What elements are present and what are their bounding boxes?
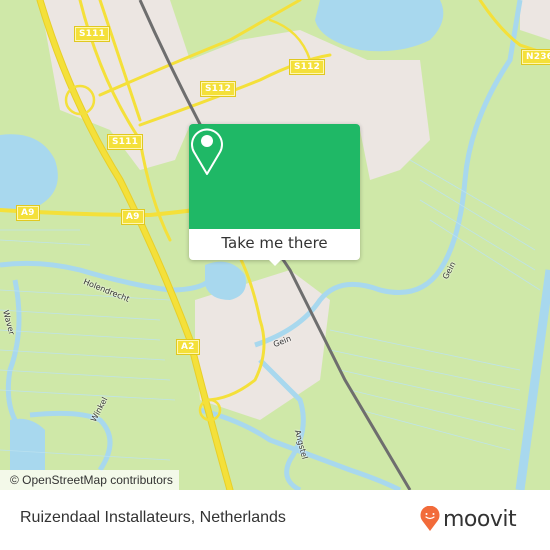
map-view[interactable]: S111 S112 S112 S111 A9 A9 A2 N236 Holend… — [0, 0, 550, 490]
road-label-s112: S112 — [288, 59, 326, 75]
road-label-s111: S111 — [106, 134, 144, 150]
moovit-pin-icon — [420, 506, 440, 531]
map-attribution[interactable]: © OpenStreetMap contributors — [0, 470, 179, 490]
popup-header — [189, 124, 360, 229]
map-pin-icon — [191, 128, 223, 175]
road-label-a2: A2 — [176, 339, 200, 355]
take-me-there-button[interactable]: Take me there — [189, 229, 360, 260]
road-label-s111: S111 — [73, 26, 111, 42]
moovit-logo[interactable]: moovit — [420, 506, 517, 532]
road-label-a9: A9 — [121, 209, 145, 225]
canal — [515, 269, 550, 490]
road-label-n236: N236 — [520, 49, 550, 65]
road-label-a9: A9 — [16, 205, 40, 221]
place-title: Ruizendaal Installateurs, Netherlands — [20, 509, 286, 526]
popup-pointer — [267, 258, 283, 266]
location-popup: Take me there — [189, 124, 360, 266]
moovit-wordmark: moovit — [443, 506, 517, 532]
road-label-s112: S112 — [199, 81, 237, 97]
